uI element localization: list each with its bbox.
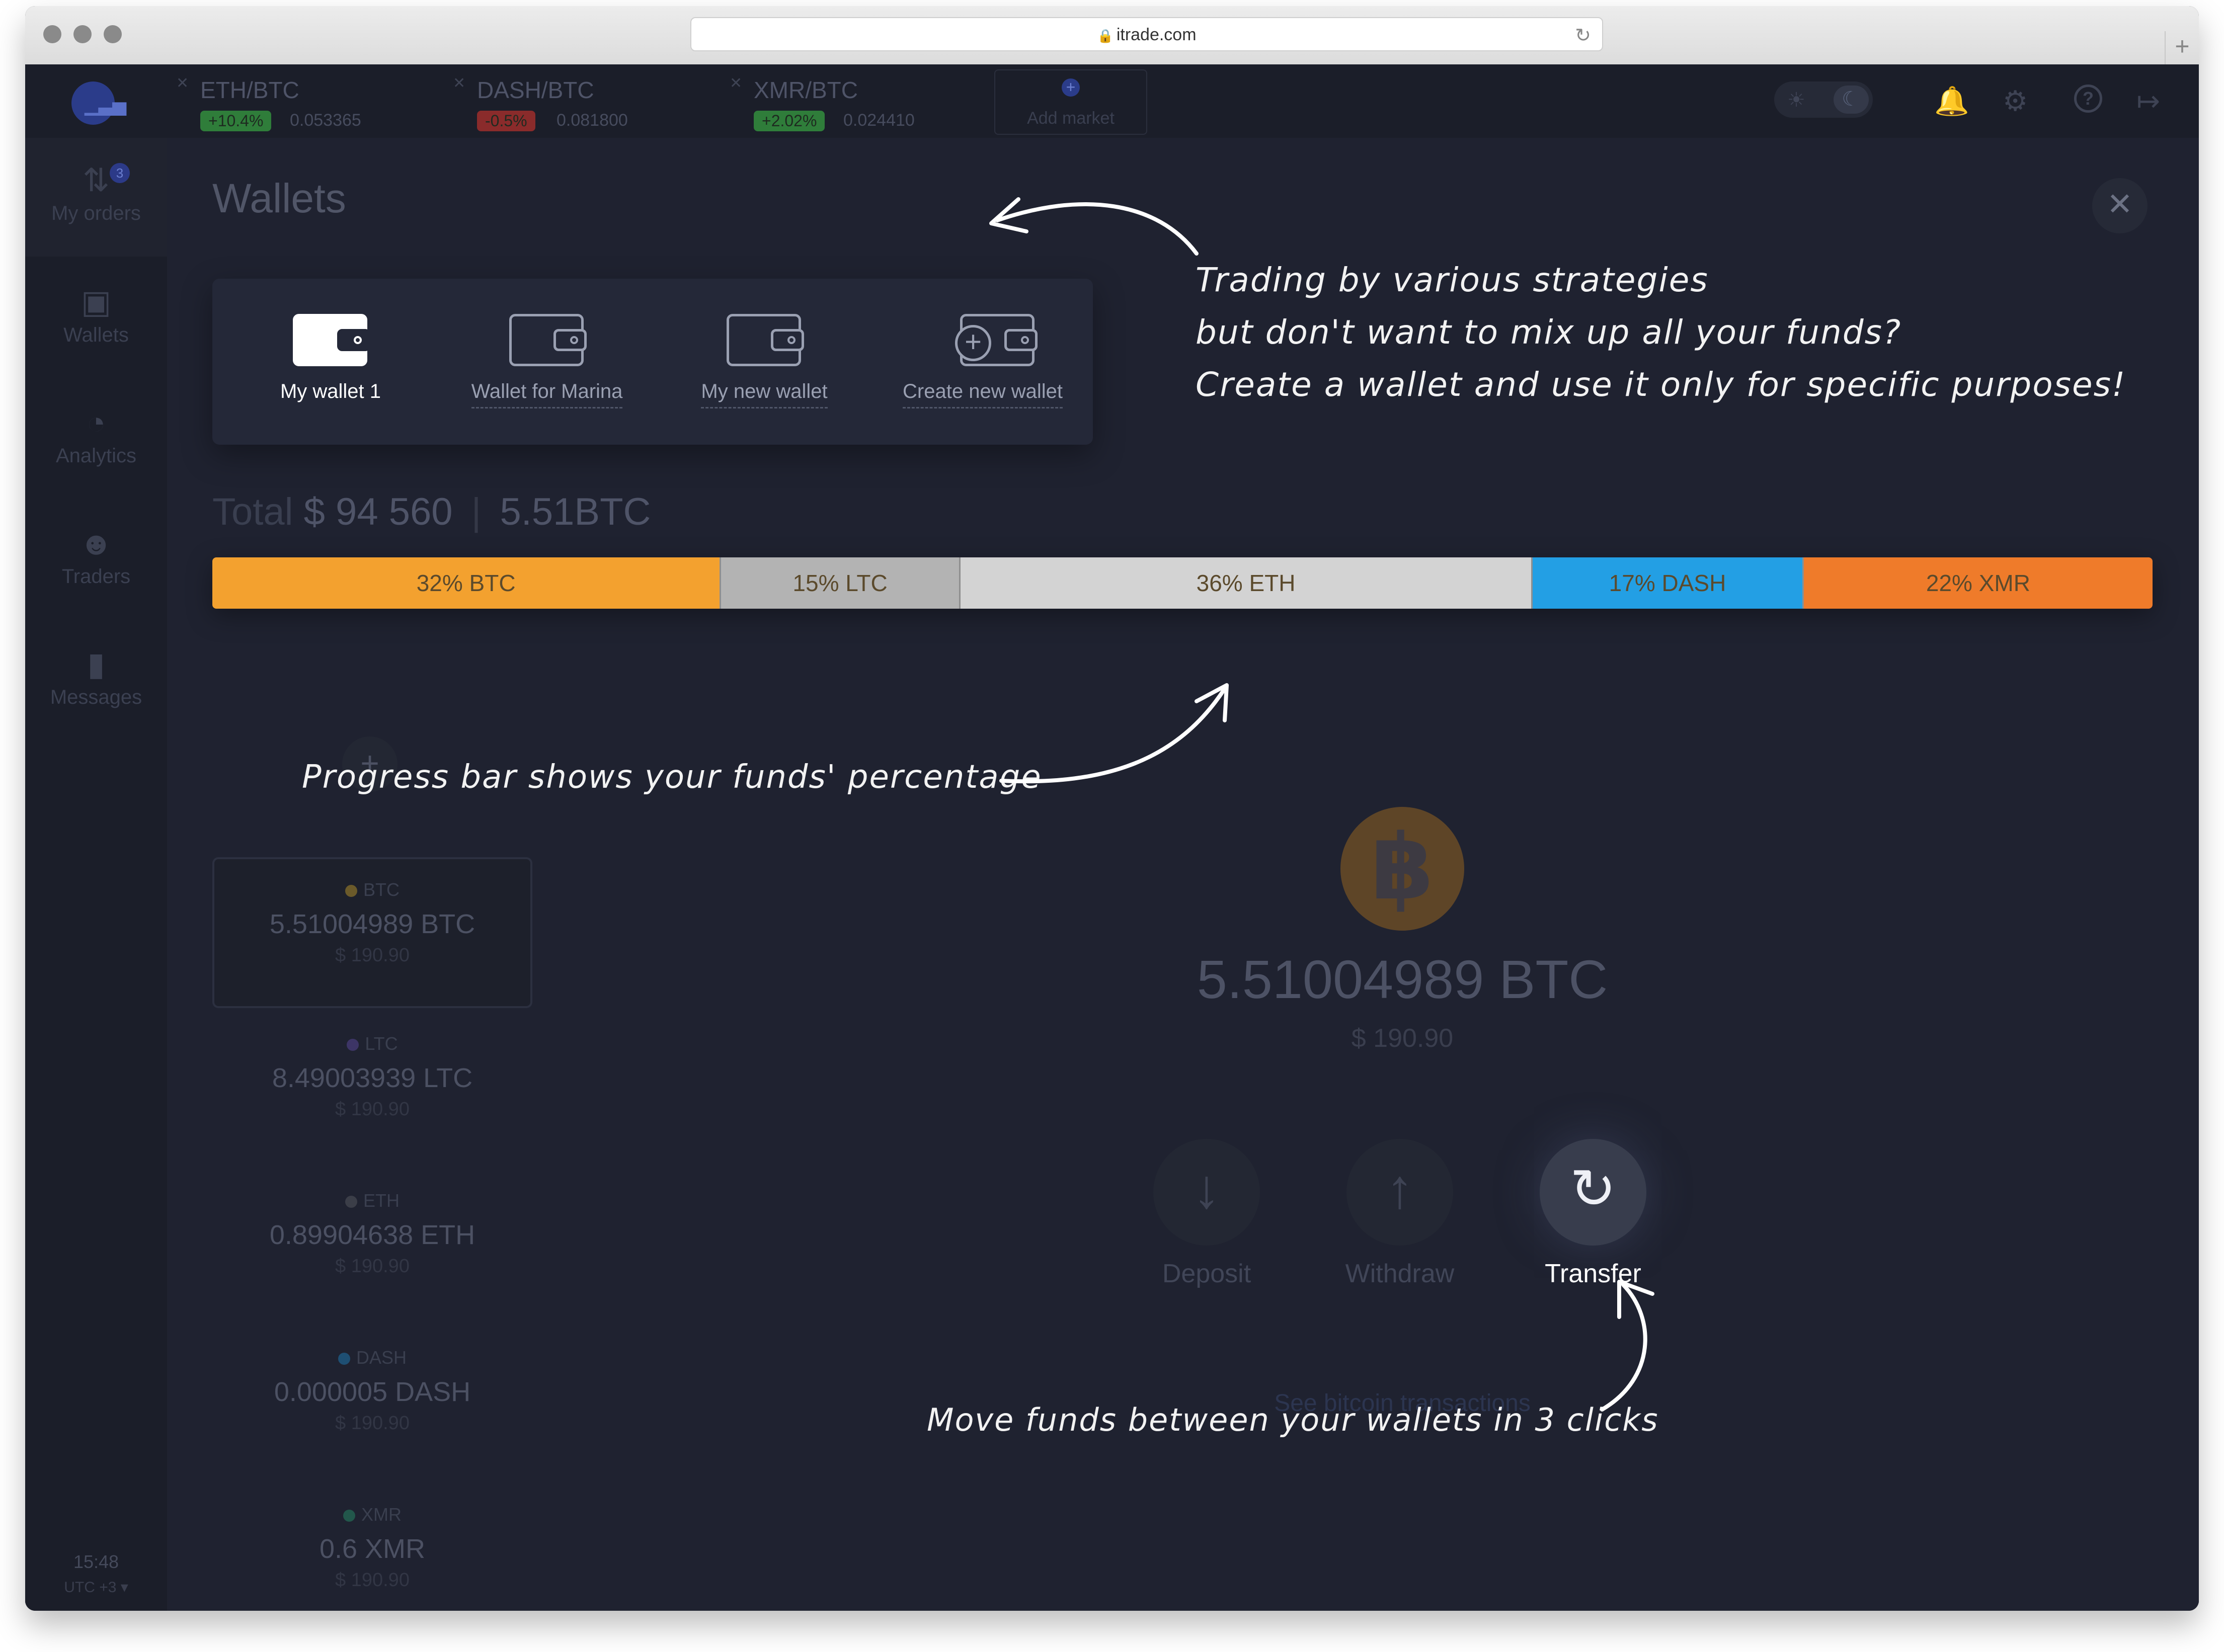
arrow-to-wallets (995, 202, 1199, 256)
annotation-arrows (989, 197, 1654, 1412)
arrow-to-transfer (1600, 1283, 1647, 1412)
arrow-to-progress (999, 688, 1226, 784)
